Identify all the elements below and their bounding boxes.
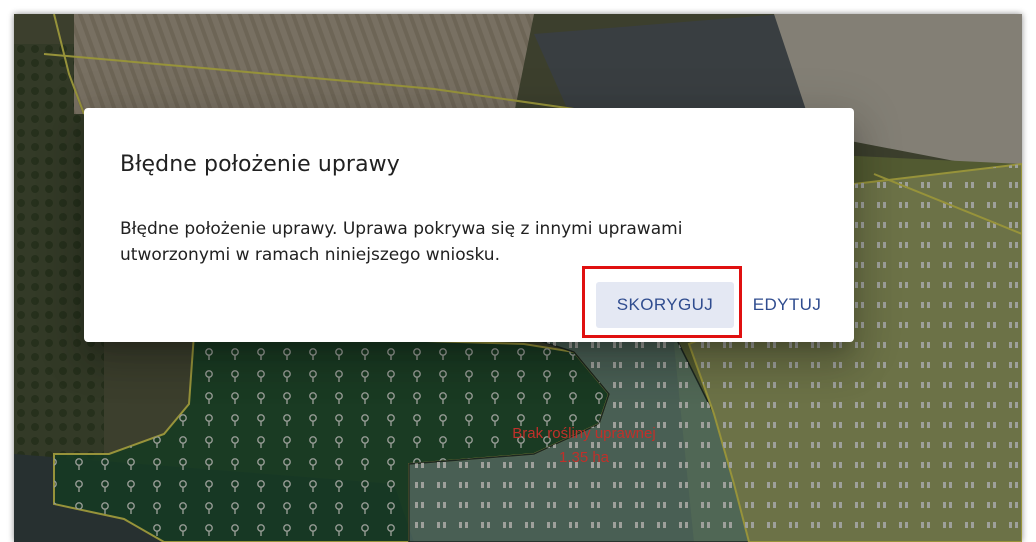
edit-button[interactable]: EDYTUJ <box>742 282 832 328</box>
dialog-message: Błędne położenie uprawy. Uprawa pokrywa … <box>120 219 683 265</box>
dialog-title: Błędne położenie uprawy <box>120 152 400 177</box>
error-dialog: Błędne położenie uprawy Błędne położenie… <box>84 108 854 342</box>
parcel-label-name: Brak rośliny uprawnej <box>512 425 656 442</box>
parcel-label: Brak rośliny uprawnej 1.35 ha <box>504 422 664 470</box>
correct-button[interactable]: SKORYGUJ <box>596 282 734 328</box>
parcel-label-area: 1.35 ha <box>558 449 610 466</box>
screenshot-frame: Brak rośliny uprawnej 1.35 ha Błędne poł… <box>14 14 1022 542</box>
